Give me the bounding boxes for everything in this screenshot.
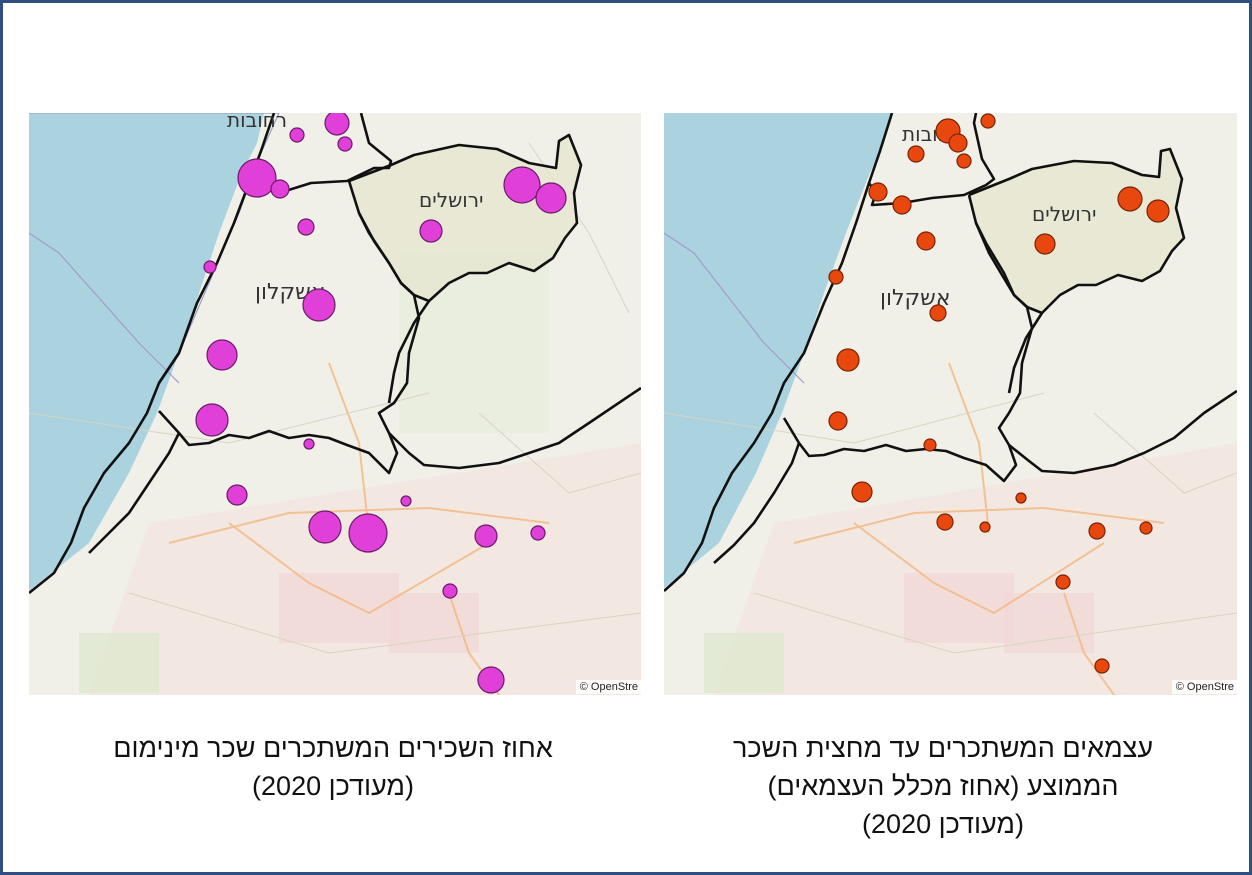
marker[interactable] (1139, 521, 1153, 535)
map-right-svg: רחובות ירושלים אשקלון (664, 113, 1237, 695)
caption-left-line2: (מעודכן 2020) (252, 771, 414, 801)
marker[interactable] (400, 495, 412, 507)
marker[interactable] (892, 195, 912, 215)
map-minimum-wage[interactable]: רחובות ירושלים אשקלון © OpenStre (29, 113, 641, 695)
map-self-employed[interactable]: רחובות ירושלים אשקלון © OpenStre (664, 113, 1237, 695)
marker[interactable] (442, 583, 458, 599)
marker[interactable] (929, 304, 947, 322)
caption-left-line1: אחוז השכירים המשתכרים שכר מינימום (113, 733, 553, 763)
marker[interactable] (948, 133, 968, 153)
marker[interactable] (1015, 492, 1027, 504)
marker[interactable] (324, 113, 350, 136)
marker[interactable] (916, 231, 936, 251)
marker[interactable] (1094, 658, 1110, 674)
marker[interactable] (308, 510, 342, 544)
marker[interactable] (1034, 233, 1056, 255)
marker[interactable] (956, 153, 972, 169)
zone-shade-1 (904, 573, 1014, 643)
marker[interactable] (535, 182, 567, 214)
marker[interactable] (1146, 199, 1170, 223)
marker[interactable] (851, 481, 873, 503)
marker[interactable] (1055, 574, 1071, 590)
caption-minimum-wage: אחוז השכירים המשתכרים שכר מינימום (מעודכ… (43, 729, 623, 805)
figure-frame: רחובות ירושלים אשקלון © OpenStre רחובות … (0, 0, 1252, 875)
label-jerusalem: ירושלים (1032, 202, 1097, 226)
marker[interactable] (980, 113, 996, 129)
marker[interactable] (828, 411, 848, 431)
caption-right-line3: (מעודכן 2020) (862, 809, 1024, 839)
map-left-svg: רחובות ירושלים אשקלון (29, 113, 641, 695)
marker[interactable] (303, 438, 315, 450)
marker[interactable] (836, 348, 860, 372)
marker[interactable] (907, 145, 925, 163)
marker[interactable] (203, 260, 217, 274)
marker[interactable] (1088, 522, 1106, 540)
marker[interactable] (979, 521, 991, 533)
marker[interactable] (237, 158, 277, 198)
green-zone-1 (79, 633, 159, 693)
marker[interactable] (270, 179, 290, 199)
marker[interactable] (936, 513, 954, 531)
marker[interactable] (302, 288, 336, 322)
green-zone-1 (704, 633, 784, 693)
marker[interactable] (477, 666, 505, 694)
marker[interactable] (195, 403, 229, 437)
marker[interactable] (530, 525, 546, 541)
caption-right-line1: עצמאים המשתכרים עד מחצית השכר (732, 733, 1154, 763)
marker[interactable] (206, 339, 238, 371)
caption-self-employed: עצמאים המשתכרים עד מחצית השכר הממוצע (אח… (663, 729, 1223, 843)
marker[interactable] (297, 218, 315, 236)
marker[interactable] (868, 182, 888, 202)
osm-attribution[interactable]: © OpenStre (575, 680, 641, 694)
caption-right-line2: הממוצע (אחוז מכלל העצמאים) (767, 771, 1119, 801)
label-jerusalem: ירושלים (419, 188, 484, 212)
marker[interactable] (226, 484, 248, 506)
marker[interactable] (503, 166, 541, 204)
marker[interactable] (348, 513, 388, 553)
marker[interactable] (923, 438, 937, 452)
marker[interactable] (419, 219, 443, 243)
marker[interactable] (474, 524, 498, 548)
label-rehovot: רחובות (227, 113, 287, 132)
marker[interactable] (1117, 186, 1143, 212)
marker[interactable] (828, 269, 844, 285)
zone-shade-1 (279, 573, 399, 643)
marker[interactable] (289, 127, 305, 143)
marker[interactable] (337, 136, 353, 152)
osm-attribution[interactable]: © OpenStre (1171, 680, 1237, 694)
